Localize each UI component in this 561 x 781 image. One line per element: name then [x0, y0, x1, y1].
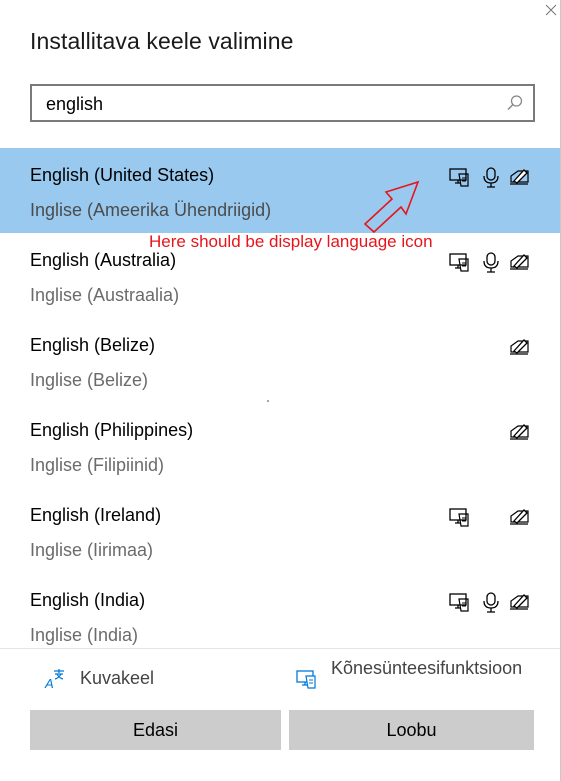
language-name: English (Belize): [30, 335, 156, 355]
handwriting-icon: [510, 339, 529, 355]
language-row[interactable]: English (Philippines) Inglise (Filipiinid…: [0, 403, 560, 488]
speech-icon: [483, 252, 499, 273]
language-native-name: Inglise (India): [30, 625, 139, 645]
language-native-name: Inglise (Austraalia): [30, 285, 180, 305]
speech-synthesis-legend-label: Kõnesünteesifunktsioon: [331, 658, 523, 678]
display-language-icon: [449, 508, 469, 527]
language-native-name: Inglise (Iirimaa): [30, 540, 154, 560]
speech-icon: [483, 167, 499, 188]
display-language-icon: [449, 253, 469, 272]
dialog-title: Installitava keele valimine: [30, 28, 294, 54]
language-row[interactable]: English (Ireland) Inglise (Iirimaa): [0, 488, 560, 573]
language-name: English (Australia): [30, 250, 177, 270]
handwriting-icon: [510, 169, 529, 185]
next-button[interactable]: Edasi: [30, 710, 281, 750]
display-language-legend-label: Kuvakeel: [80, 668, 155, 688]
display-language-legend-icon: A: [44, 669, 64, 690]
speech-synthesis-legend-icon: [296, 670, 316, 689]
display-language-icon: [449, 168, 469, 187]
language-list[interactable]: English (United States) Inglise (Ameerika…: [0, 148, 560, 648]
annotation-arrow: [363, 180, 420, 234]
install-language-dialog: Installitava keele valimine English (Uni…: [0, 0, 561, 781]
cancel-button[interactable]: Loobu: [289, 710, 534, 750]
language-name: English (United States): [30, 165, 215, 185]
stray-dot: [267, 400, 269, 402]
handwriting-icon: [510, 594, 529, 610]
search-input[interactable]: [46, 93, 496, 115]
display-language-icon: [449, 593, 469, 612]
handwriting-icon: [510, 509, 529, 525]
footer-divider: [0, 648, 560, 649]
handwriting-icon: [510, 254, 529, 270]
handwriting-icon: [510, 424, 529, 440]
close-icon[interactable]: [545, 4, 557, 16]
search-icon[interactable]: [506, 94, 524, 112]
language-row[interactable]: English (Belize) Inglise (Belize): [0, 318, 560, 403]
language-native-name: Inglise (Belize): [30, 370, 149, 390]
search-box[interactable]: [30, 84, 535, 122]
language-name: English (Ireland): [30, 505, 162, 525]
language-row[interactable]: English (India) Inglise (India): [0, 573, 560, 648]
language-name: English (Philippines): [30, 420, 194, 440]
language-name: English (India): [30, 590, 146, 610]
language-native-name: Inglise (Filipiinid): [30, 455, 165, 475]
annotation-text: Here should be display language icon: [149, 232, 433, 251]
speech-icon: [483, 592, 499, 613]
language-native-name: Inglise (Ameerika Ühendriigid): [30, 200, 272, 220]
language-row[interactable]: English (United States) Inglise (Ameerika…: [0, 148, 560, 233]
svg-text:A: A: [44, 676, 54, 690]
